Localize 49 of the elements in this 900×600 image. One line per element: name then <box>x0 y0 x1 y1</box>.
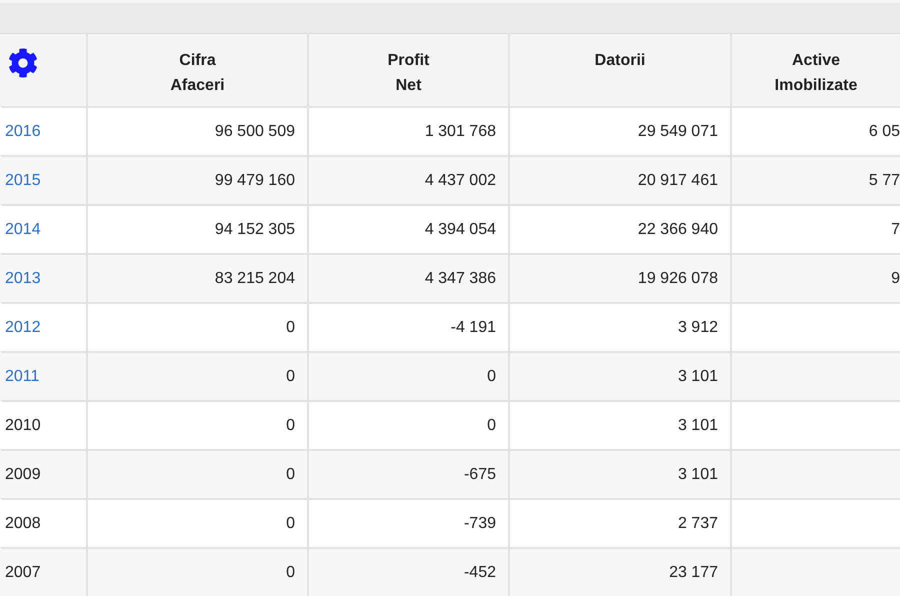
table-cell: -452 <box>464 564 496 582</box>
table-cell: 0 <box>286 564 295 582</box>
table-cell: 1 301 768 <box>424 122 496 140</box>
table-cell: 4 394 054 <box>424 220 496 238</box>
table-cell: 22 366 940 <box>638 220 718 238</box>
table-cell: -739 <box>464 514 496 532</box>
year-link[interactable]: 2016 <box>5 122 41 140</box>
table-cell: 0 <box>286 466 295 484</box>
column-header: Profit Net <box>307 33 508 106</box>
table-cell: 4 437 002 <box>424 172 496 190</box>
table-cell: 96 500 509 <box>214 122 295 140</box>
column-header: Active Imobilizate <box>730 33 900 106</box>
year-text: 2010 <box>5 416 41 434</box>
settings-icon[interactable] <box>8 48 38 78</box>
table-cell: 3 101 <box>678 368 718 386</box>
column-header: Datorii <box>508 33 730 106</box>
year-text: 2008 <box>5 514 41 532</box>
table-cell: 0 <box>286 318 295 336</box>
year-text: 2007 <box>5 564 41 582</box>
table-cell: 83 215 204 <box>214 270 295 288</box>
table-cell: 0 <box>286 416 295 434</box>
table-cell: 5 77 <box>868 172 900 190</box>
table-cell: 4 347 386 <box>424 270 496 288</box>
table-cell: 0 <box>286 514 295 532</box>
table-cell: 6 05 <box>868 122 900 140</box>
table-cell: 23 177 <box>669 564 718 582</box>
table-cell: 0 <box>487 368 496 386</box>
column-header: Cifra Afaceri <box>86 33 307 106</box>
year-link[interactable]: 2015 <box>5 172 41 190</box>
year-link[interactable]: 2011 <box>5 368 40 386</box>
table-cell: 2 737 <box>678 514 718 532</box>
year-link[interactable]: 2012 <box>5 318 41 336</box>
table-cell: 20 917 461 <box>638 172 718 190</box>
table-cell: 29 549 071 <box>638 122 718 140</box>
table-cell: 3 101 <box>678 466 718 484</box>
year-link[interactable]: 2014 <box>5 220 41 238</box>
table-cell: -675 <box>464 466 496 484</box>
table-cell: 9 <box>891 270 900 288</box>
table-cell: 0 <box>286 368 295 386</box>
year-link[interactable]: 2013 <box>5 270 41 288</box>
table-cell: 3 912 <box>678 318 718 336</box>
year-text: 2009 <box>5 466 41 484</box>
table-cell: 94 152 305 <box>214 220 295 238</box>
table-cell: 0 <box>487 416 496 434</box>
table-cell: 99 479 160 <box>214 172 295 190</box>
table-cell: 3 101 <box>678 416 718 434</box>
table-cell: 19 926 078 <box>638 270 718 288</box>
table-cell: -4 191 <box>450 318 496 336</box>
table-cell: 7 <box>891 220 900 238</box>
